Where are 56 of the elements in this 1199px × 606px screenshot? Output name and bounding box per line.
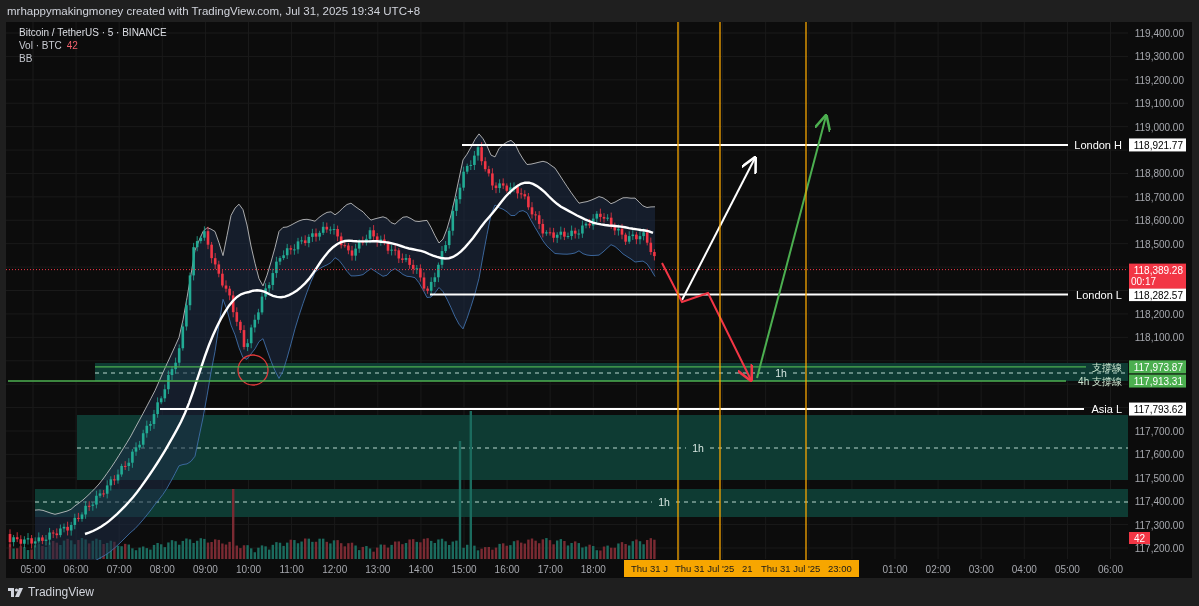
time-axis-label: 06:00: [1098, 564, 1123, 575]
zone-label: 1h: [775, 367, 787, 379]
price-axis-label: 119,000.00: [1134, 121, 1184, 133]
time-axis-label: 16:00: [494, 564, 520, 575]
price-axis-label: 118,200.00: [1134, 308, 1184, 320]
last-price-tag: 118,389.28 00:17: [1129, 263, 1186, 289]
volume-legend: Vol · BTC: [19, 40, 62, 51]
price-axis-label: 119,100.00: [1134, 98, 1184, 110]
zone-label: 1h: [658, 496, 670, 508]
symbol-title: Bitcoin / TetherUS · 5 · BINANCE: [19, 27, 167, 38]
zone-label: 1h: [692, 442, 704, 454]
time-axis-label: 10:00: [236, 564, 261, 575]
level-label: London H: [1074, 138, 1122, 151]
level-label: 支撐線: [1092, 361, 1122, 373]
chart-caption: mrhappymakingmoney created with TradingView.com, Jul 31, 2025 19:34 UTC+8: [7, 5, 421, 17]
time-axis-label: 12:00: [322, 564, 348, 575]
price-axis-label: 118,800.00: [1134, 168, 1184, 180]
price-axis-label: 117,500.00: [1134, 472, 1184, 484]
time-axis-label: 18:00: [580, 564, 606, 575]
price-axis-label: 117,600.00: [1134, 449, 1184, 461]
price-axis-label: 118,100.00: [1134, 332, 1184, 344]
time-axis-label: 17:00: [537, 564, 563, 575]
time-axis-label: 14:00: [408, 564, 434, 575]
level-label: 4h 支撐線: [1078, 376, 1122, 388]
price-axis-label: 119,400.00: [1134, 28, 1184, 39]
price-tag: 117,973.87: [1129, 360, 1186, 374]
time-axis-label: 02:00: [925, 564, 951, 575]
time-axis-label: 03:00: [968, 564, 994, 575]
price-axis-label: 117,200.00: [1134, 543, 1184, 554]
time-axis-label: 15:00: [451, 564, 477, 575]
volume-value: 42: [66, 40, 78, 51]
time-axis-label: 05:00: [1054, 564, 1080, 575]
volume-tag: 42: [1129, 532, 1150, 544]
level-label: Asia L: [1091, 403, 1122, 416]
time-axis-label: 06:00: [63, 564, 89, 575]
time-axis-label: 09:00: [192, 564, 218, 575]
price-axis-label: 117,700.00: [1134, 425, 1184, 437]
indicator-legend: BB: [19, 53, 33, 64]
price-axis-label: 118,700.00: [1134, 191, 1184, 203]
price-axis-label: 118,500.00: [1134, 238, 1184, 250]
price-axis-label: 119,200.00: [1134, 74, 1184, 86]
time-axis-label: 04:00: [1011, 564, 1037, 575]
price-axis-label: 117,300.00: [1134, 519, 1184, 531]
price-tag: 118,921.77: [1129, 138, 1186, 152]
level-label: London L: [1076, 288, 1122, 301]
time-axis-label: 13:00: [365, 564, 391, 575]
time-axis-label: 08:00: [149, 564, 175, 575]
price-axis-label: 119,300.00: [1134, 51, 1184, 63]
time-axis-label: 11:00: [279, 564, 304, 575]
time-marker-tag: Thu 31 J Thu 31 Jul '25 21 Thu 31 Jul '25 23:00: [624, 560, 859, 577]
price-axis-label: 118,600.00: [1134, 215, 1184, 227]
time-axis-label: 01:00: [882, 564, 908, 575]
time-axis-label: 05:00: [20, 564, 46, 575]
brand-name: TradingView: [28, 585, 95, 599]
time-axis-label: 07:00: [106, 564, 132, 575]
price-axis-label: 117,400.00: [1134, 496, 1184, 508]
